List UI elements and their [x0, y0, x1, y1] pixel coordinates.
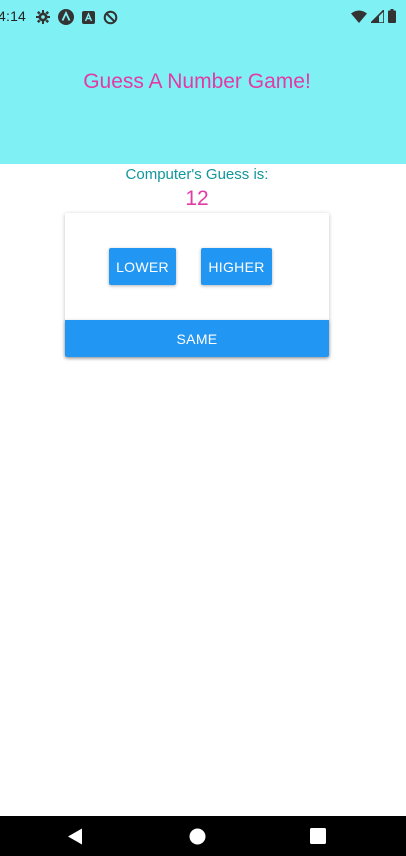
gear-icon — [36, 10, 50, 24]
back-icon[interactable] — [67, 828, 83, 850]
app-a-icon — [58, 9, 74, 25]
no-sync-icon — [103, 10, 118, 25]
text-a-icon — [82, 10, 95, 24]
signal-icon — [371, 9, 384, 23]
wifi-icon — [351, 10, 367, 23]
guess-value: 12 — [185, 187, 209, 210]
navigation-bar — [0, 816, 406, 856]
status-icons-right — [351, 9, 396, 23]
lower-button[interactable]: LOWER — [109, 248, 176, 285]
guess-label: Computer's Guess is: — [125, 166, 269, 183]
battery-icon — [388, 9, 396, 23]
same-button[interactable]: SAME — [65, 320, 329, 357]
guess-controls-card: LOWER HIGHER SAME — [65, 213, 329, 357]
status-bar: 4:14 — [0, 0, 406, 32]
status-icons-left — [36, 9, 118, 25]
app-screen: 4:14 Guess A Number Game! Computer's Gue… — [0, 0, 406, 856]
home-icon[interactable] — [189, 828, 206, 850]
recents-icon[interactable] — [310, 828, 326, 849]
higher-button[interactable]: HIGHER — [201, 248, 272, 285]
page-title: Guess A Number Game! — [83, 70, 311, 93]
status-time: 4:14 — [0, 8, 27, 24]
header: 4:14 Guess A Number Game! — [0, 0, 406, 164]
